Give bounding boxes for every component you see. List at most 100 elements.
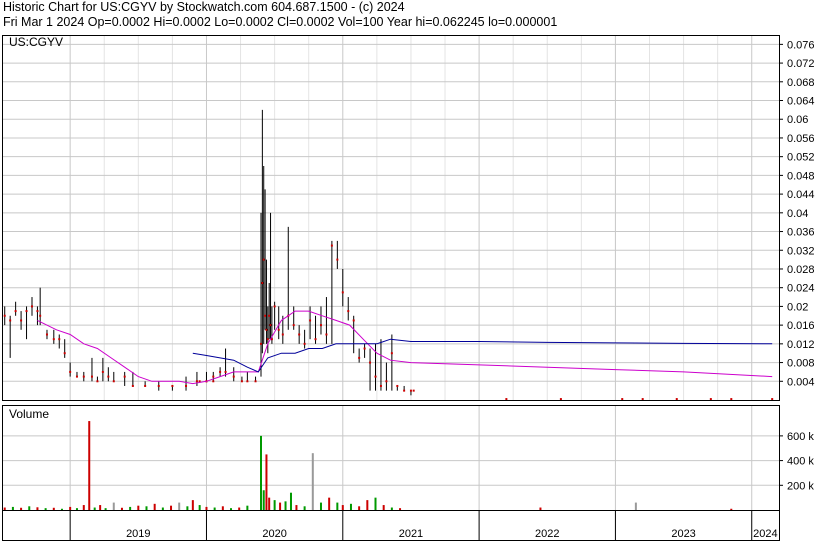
price-bars: [3, 109, 774, 401]
price-panel-frame: [2, 35, 780, 401]
close-mark: [269, 324, 272, 327]
volume-panel-frame: [2, 405, 780, 511]
volume-bar: [11, 506, 14, 510]
close-mark: [185, 384, 188, 387]
close-mark: [240, 380, 243, 383]
moving-averages: [37, 310, 773, 385]
volume-bar: [178, 502, 181, 510]
close-mark: [52, 338, 55, 341]
price-tick-label: 0.02: [787, 301, 808, 313]
volume-bar: [60, 508, 63, 510]
volume-bar: [82, 505, 85, 510]
price-gridlines: [2, 35, 779, 400]
close-dot: [412, 389, 415, 392]
volume-bar: [284, 501, 287, 510]
close-mark: [363, 347, 366, 350]
volume-tick-label: 600 k: [787, 431, 814, 443]
volume-bar: [28, 506, 31, 510]
close-mark: [82, 375, 85, 378]
volume-bar: [295, 505, 298, 510]
symbol-label: US:CGYV: [9, 35, 63, 49]
volume-bar: [273, 500, 276, 510]
close-mark: [58, 338, 61, 341]
volume-bar: [75, 508, 78, 510]
volume-bar: [289, 492, 292, 510]
volume-bar: [319, 502, 322, 510]
close-mark: [336, 258, 339, 261]
close-mark: [25, 310, 28, 313]
close-mark: [157, 384, 160, 387]
close-mark: [219, 370, 222, 373]
close-mark: [403, 389, 406, 392]
volume-tick-label: 400 k: [787, 456, 814, 468]
close-mark: [212, 375, 215, 378]
close-dot: [641, 398, 644, 401]
close-mark: [261, 282, 264, 285]
close-mark: [69, 370, 72, 373]
price-tick-label: 0.008: [787, 358, 815, 370]
volume-bar: [186, 506, 189, 510]
close-mark: [112, 380, 115, 383]
close-dot: [709, 398, 712, 401]
historic-chart: 0.004 0.008 0.012 0.016 0.02 0.024 0.028 0.032 0…: [2, 35, 815, 541]
close-mark: [3, 314, 6, 317]
price-tick-label: 0.028: [787, 264, 815, 276]
close-mark: [224, 370, 227, 373]
price-tick-label: 0.036: [787, 227, 815, 239]
volume-bar: [265, 454, 268, 510]
close-dot: [505, 398, 508, 401]
volume-bar: [390, 507, 393, 510]
close-mark: [369, 361, 372, 364]
volume-bar: [279, 502, 282, 510]
close-mark: [303, 342, 306, 345]
volume-bar: [104, 508, 107, 510]
close-mark: [63, 352, 66, 355]
volume-bar: [230, 508, 233, 510]
price-tick-label: 0.012: [787, 339, 815, 351]
volume-bar: [349, 503, 352, 510]
volume-bar: [374, 497, 377, 510]
close-mark: [396, 384, 399, 387]
close-mark: [379, 384, 382, 387]
volume-bar: [634, 502, 637, 510]
close-dot: [212, 380, 215, 383]
close-mark: [374, 375, 377, 378]
price-tick-label: 0.068: [787, 77, 815, 89]
close-mark: [30, 305, 33, 308]
close-dot: [621, 398, 624, 401]
price-tick-label: 0.056: [787, 133, 815, 145]
close-mark: [390, 352, 393, 355]
volume-bar: [358, 506, 361, 510]
close-mark: [309, 319, 312, 322]
price-tick-label: 0.048: [787, 170, 815, 182]
volume-bar: [213, 507, 216, 510]
volume-bar: [3, 507, 6, 510]
price-tick-label: 0.016: [787, 320, 815, 332]
price-tick-label: 0.04: [787, 208, 808, 220]
close-mark: [9, 319, 12, 322]
volume-bar: [341, 505, 344, 510]
volume-bar: [246, 505, 249, 510]
volume-bar: [120, 507, 123, 510]
close-mark: [101, 370, 104, 373]
volume-bar: [20, 507, 23, 510]
close-mark: [319, 324, 322, 327]
volume-label: Volume: [9, 407, 49, 421]
volume-bar: [93, 507, 96, 510]
volume-gridlines: [2, 405, 779, 510]
volume-bar: [88, 421, 91, 510]
close-mark: [96, 380, 99, 383]
close-mark: [171, 384, 174, 387]
date-axis-frame: [2, 510, 780, 541]
close-dot: [559, 398, 562, 401]
close-mark: [298, 333, 301, 336]
close-mark: [409, 389, 412, 392]
close-mark: [90, 375, 93, 378]
volume-bars: [3, 421, 733, 510]
price-tick-label: 0.044: [787, 189, 815, 201]
close-mark: [277, 328, 280, 331]
close-mark: [246, 380, 249, 383]
volume-bar: [44, 508, 47, 510]
year-label: 2022: [535, 528, 559, 540]
volume-bar: [328, 497, 331, 510]
